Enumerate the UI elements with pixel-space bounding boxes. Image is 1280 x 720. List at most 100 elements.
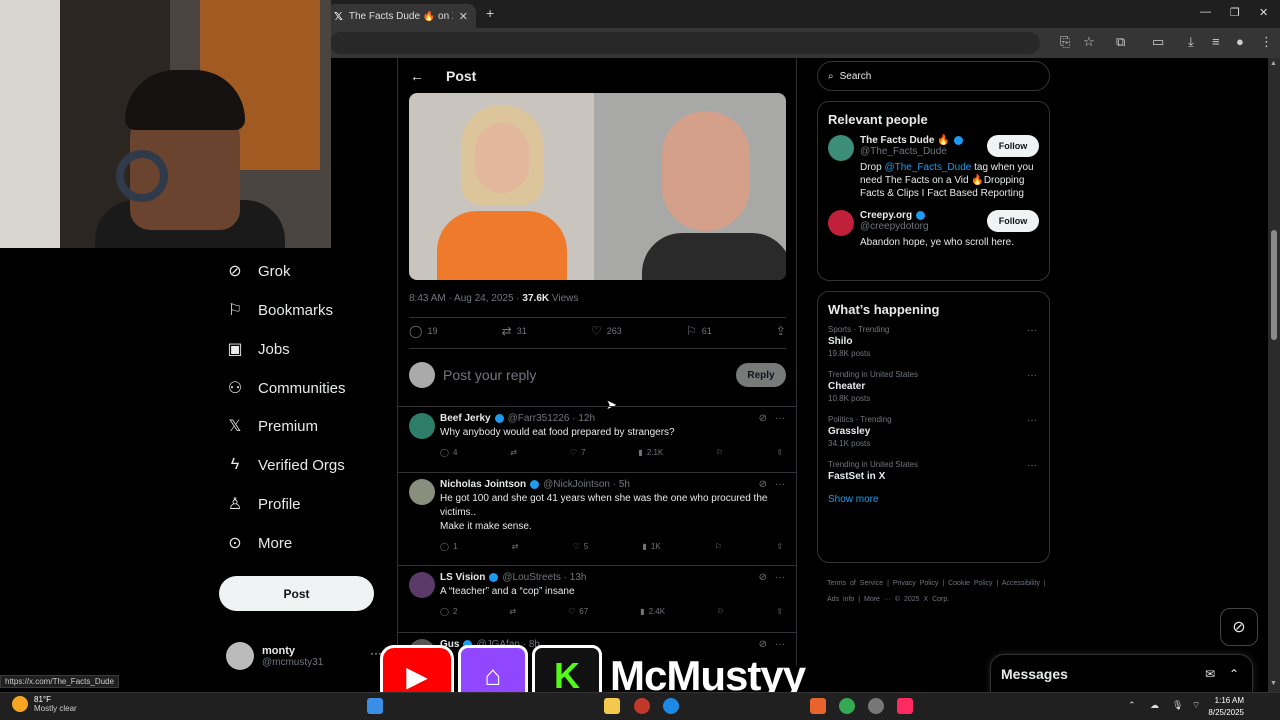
file-explorer-icon[interactable] (604, 698, 620, 714)
bookmark-action[interactable]: ⚐ (716, 448, 723, 457)
avatar[interactable] (828, 135, 854, 161)
scrollbar-thumb[interactable] (1271, 230, 1277, 340)
chrome-icon[interactable] (839, 698, 855, 714)
page-scrollbar[interactable]: ▲ ▼ (1268, 58, 1280, 692)
weather-widget[interactable]: 81°F Mostly clear (12, 695, 77, 713)
bookmark-action[interactable]: ⚐ (715, 542, 722, 551)
back-arrow-icon[interactable]: ← (410, 68, 424, 84)
trend-item[interactable]: Trending in United States FastSet in X ·… (828, 460, 1039, 482)
bio-mention-link[interactable]: @The_Facts_Dude (884, 162, 971, 173)
post-button[interactable]: Post (219, 576, 374, 611)
views-action[interactable]: ▮ 2.4K (640, 607, 665, 616)
tab-close-icon[interactable]: ✕ (459, 10, 468, 23)
download-icon[interactable]: ⤓ (1188, 34, 1194, 50)
views-action[interactable]: ▮ 1K (642, 542, 660, 551)
like-action[interactable]: ♡ 67 (568, 607, 588, 616)
avatar[interactable] (409, 413, 435, 439)
avatar[interactable] (828, 210, 854, 236)
app-icon[interactable] (810, 698, 826, 714)
close-window-icon[interactable]: ✕ (1259, 6, 1268, 19)
repost-action[interactable]: ⇄ (510, 448, 517, 457)
reply-button[interactable]: Reply (736, 363, 786, 387)
share-action[interactable]: ⇪ (776, 324, 786, 338)
profile-icon[interactable]: ● (1236, 34, 1244, 49)
person-item[interactable]: Creepy.org @creepydotorg Abandon hope, y… (828, 210, 1039, 249)
nav-item-communities[interactable]: ⚇ Communities (226, 373, 346, 403)
like-action[interactable]: ♡ 5 (573, 542, 589, 551)
show-more-link[interactable]: Show more (828, 494, 1039, 505)
grok-fab-button[interactable]: ⊘ (1220, 608, 1258, 646)
avatar[interactable] (409, 572, 435, 598)
like-action[interactable]: ♡ 263 (591, 324, 622, 338)
person-name[interactable]: Creepy.org (860, 210, 912, 221)
app-icon[interactable] (868, 698, 884, 714)
more-dots-icon[interactable]: ··· (775, 413, 785, 424)
grok-icon[interactable]: ⊘ (759, 413, 767, 424)
account-switcher[interactable]: monty @mcmusty31 ··· (226, 642, 382, 670)
reply-input[interactable]: Post your reply (443, 367, 728, 383)
nav-item-premium[interactable]: 𝕏 Premium (226, 411, 318, 441)
menu-icon[interactable]: ⋮ (1260, 34, 1273, 50)
share-action[interactable]: ⇪ (776, 607, 783, 616)
restore-icon[interactable]: ❐ (1230, 6, 1240, 19)
browser-tab[interactable]: 𝕏 The Facts Dude 🔥 on X: "@cre ✕ (326, 4, 476, 28)
scroll-up-icon[interactable]: ▲ (1270, 60, 1277, 67)
share-action[interactable]: ⇪ (776, 542, 783, 551)
repost-action[interactable]: ⇄ (509, 607, 516, 616)
nav-item-bookmarks[interactable]: ⚐ Bookmarks (226, 295, 333, 325)
trend-item[interactable]: Sports · Trending Shilo 19.8K posts ··· (828, 325, 1039, 358)
footer-links[interactable]: Terms of Service | Privacy Policy | Cook… (827, 576, 1047, 608)
expand-icon[interactable]: ⌃ (1229, 667, 1239, 681)
more-dots-icon[interactable]: ··· (1027, 460, 1037, 471)
repost-action[interactable]: ⇄ (512, 542, 519, 551)
search-input[interactable]: ⌕ Search (817, 61, 1050, 91)
opera-icon[interactable] (634, 698, 650, 714)
reply-item[interactable]: Nicholas Jointson @NickJointson · 5h ⊘ ···… (398, 472, 796, 551)
start-icon[interactable] (367, 698, 383, 714)
reply-item[interactable]: LS Vision @LouStreets · 13h ⊘ ··· A “teach… (398, 565, 796, 616)
new-tab-button[interactable]: + (486, 5, 494, 21)
more-dots-icon[interactable]: ··· (775, 572, 785, 583)
person-name[interactable]: The Facts Dude 🔥 (860, 135, 950, 146)
nav-item-grok[interactable]: ⊘ Grok (226, 256, 290, 286)
reply-author[interactable]: LS Vision (440, 572, 485, 583)
mugshot-image-left[interactable] (409, 93, 594, 280)
tiktok-icon[interactable] (897, 698, 913, 714)
trend-item[interactable]: Politics · Trending Grassley 34.1K posts… (828, 415, 1039, 448)
nav-item-more[interactable]: ⊙ More (226, 528, 292, 558)
address-bar[interactable] (330, 32, 1040, 54)
compose-message-icon[interactable]: ✉ (1205, 667, 1215, 681)
like-action[interactable]: ♡ 7 (570, 448, 586, 457)
edge-icon[interactable] (663, 698, 679, 714)
mugshot-image-right[interactable] (594, 93, 786, 280)
post-media[interactable] (409, 93, 786, 280)
more-dots-icon[interactable]: ··· (1027, 370, 1037, 381)
mic-icon[interactable]: 🎙 (1172, 700, 1183, 711)
sidepanel-icon[interactable]: ▭ (1152, 34, 1164, 50)
share-action[interactable]: ⇪ (776, 448, 783, 457)
cast-icon[interactable]: ⎘ (1060, 34, 1070, 50)
nav-item-verified-orgs[interactable]: ϟ Verified Orgs (226, 450, 345, 480)
messages-drawer[interactable]: Messages ✉ ⌃ (990, 654, 1253, 692)
reply-author[interactable]: Nicholas Jointson (440, 479, 526, 490)
post-timestamp[interactable]: 8:43 AM · Aug 24, 2025 · (409, 293, 522, 304)
bookmark-action[interactable]: ⚐ 61 (686, 324, 712, 338)
more-dots-icon[interactable]: ··· (1027, 325, 1037, 336)
follow-button[interactable]: Follow (987, 135, 1039, 157)
reply-action[interactable]: ◯ 1 (440, 542, 457, 551)
clock[interactable]: 1:16 AM 8/25/2025 (1200, 695, 1244, 719)
reply-author[interactable]: Beef Jerky (440, 413, 491, 424)
reply-action[interactable]: ◯ 19 (409, 324, 437, 338)
minimize-icon[interactable]: — (1200, 6, 1211, 18)
nav-item-profile[interactable]: ♙ Profile (226, 489, 301, 519)
more-dots-icon[interactable]: ··· (775, 479, 785, 490)
network-icon[interactable]: ☁ (1150, 700, 1159, 711)
views-action[interactable]: ▮ 2.1K (638, 448, 663, 457)
person-item[interactable]: The Facts Dude 🔥 @The_Facts_Dude Drop @T… (828, 135, 1039, 200)
reply-action[interactable]: ◯ 4 (440, 448, 457, 457)
nav-item-jobs[interactable]: ▣ Jobs (226, 334, 289, 364)
media-icon[interactable]: ≡ (1212, 34, 1220, 49)
star-icon[interactable]: ☆ (1083, 34, 1095, 50)
avatar[interactable] (409, 479, 435, 505)
grok-icon[interactable]: ⊘ (759, 479, 767, 490)
